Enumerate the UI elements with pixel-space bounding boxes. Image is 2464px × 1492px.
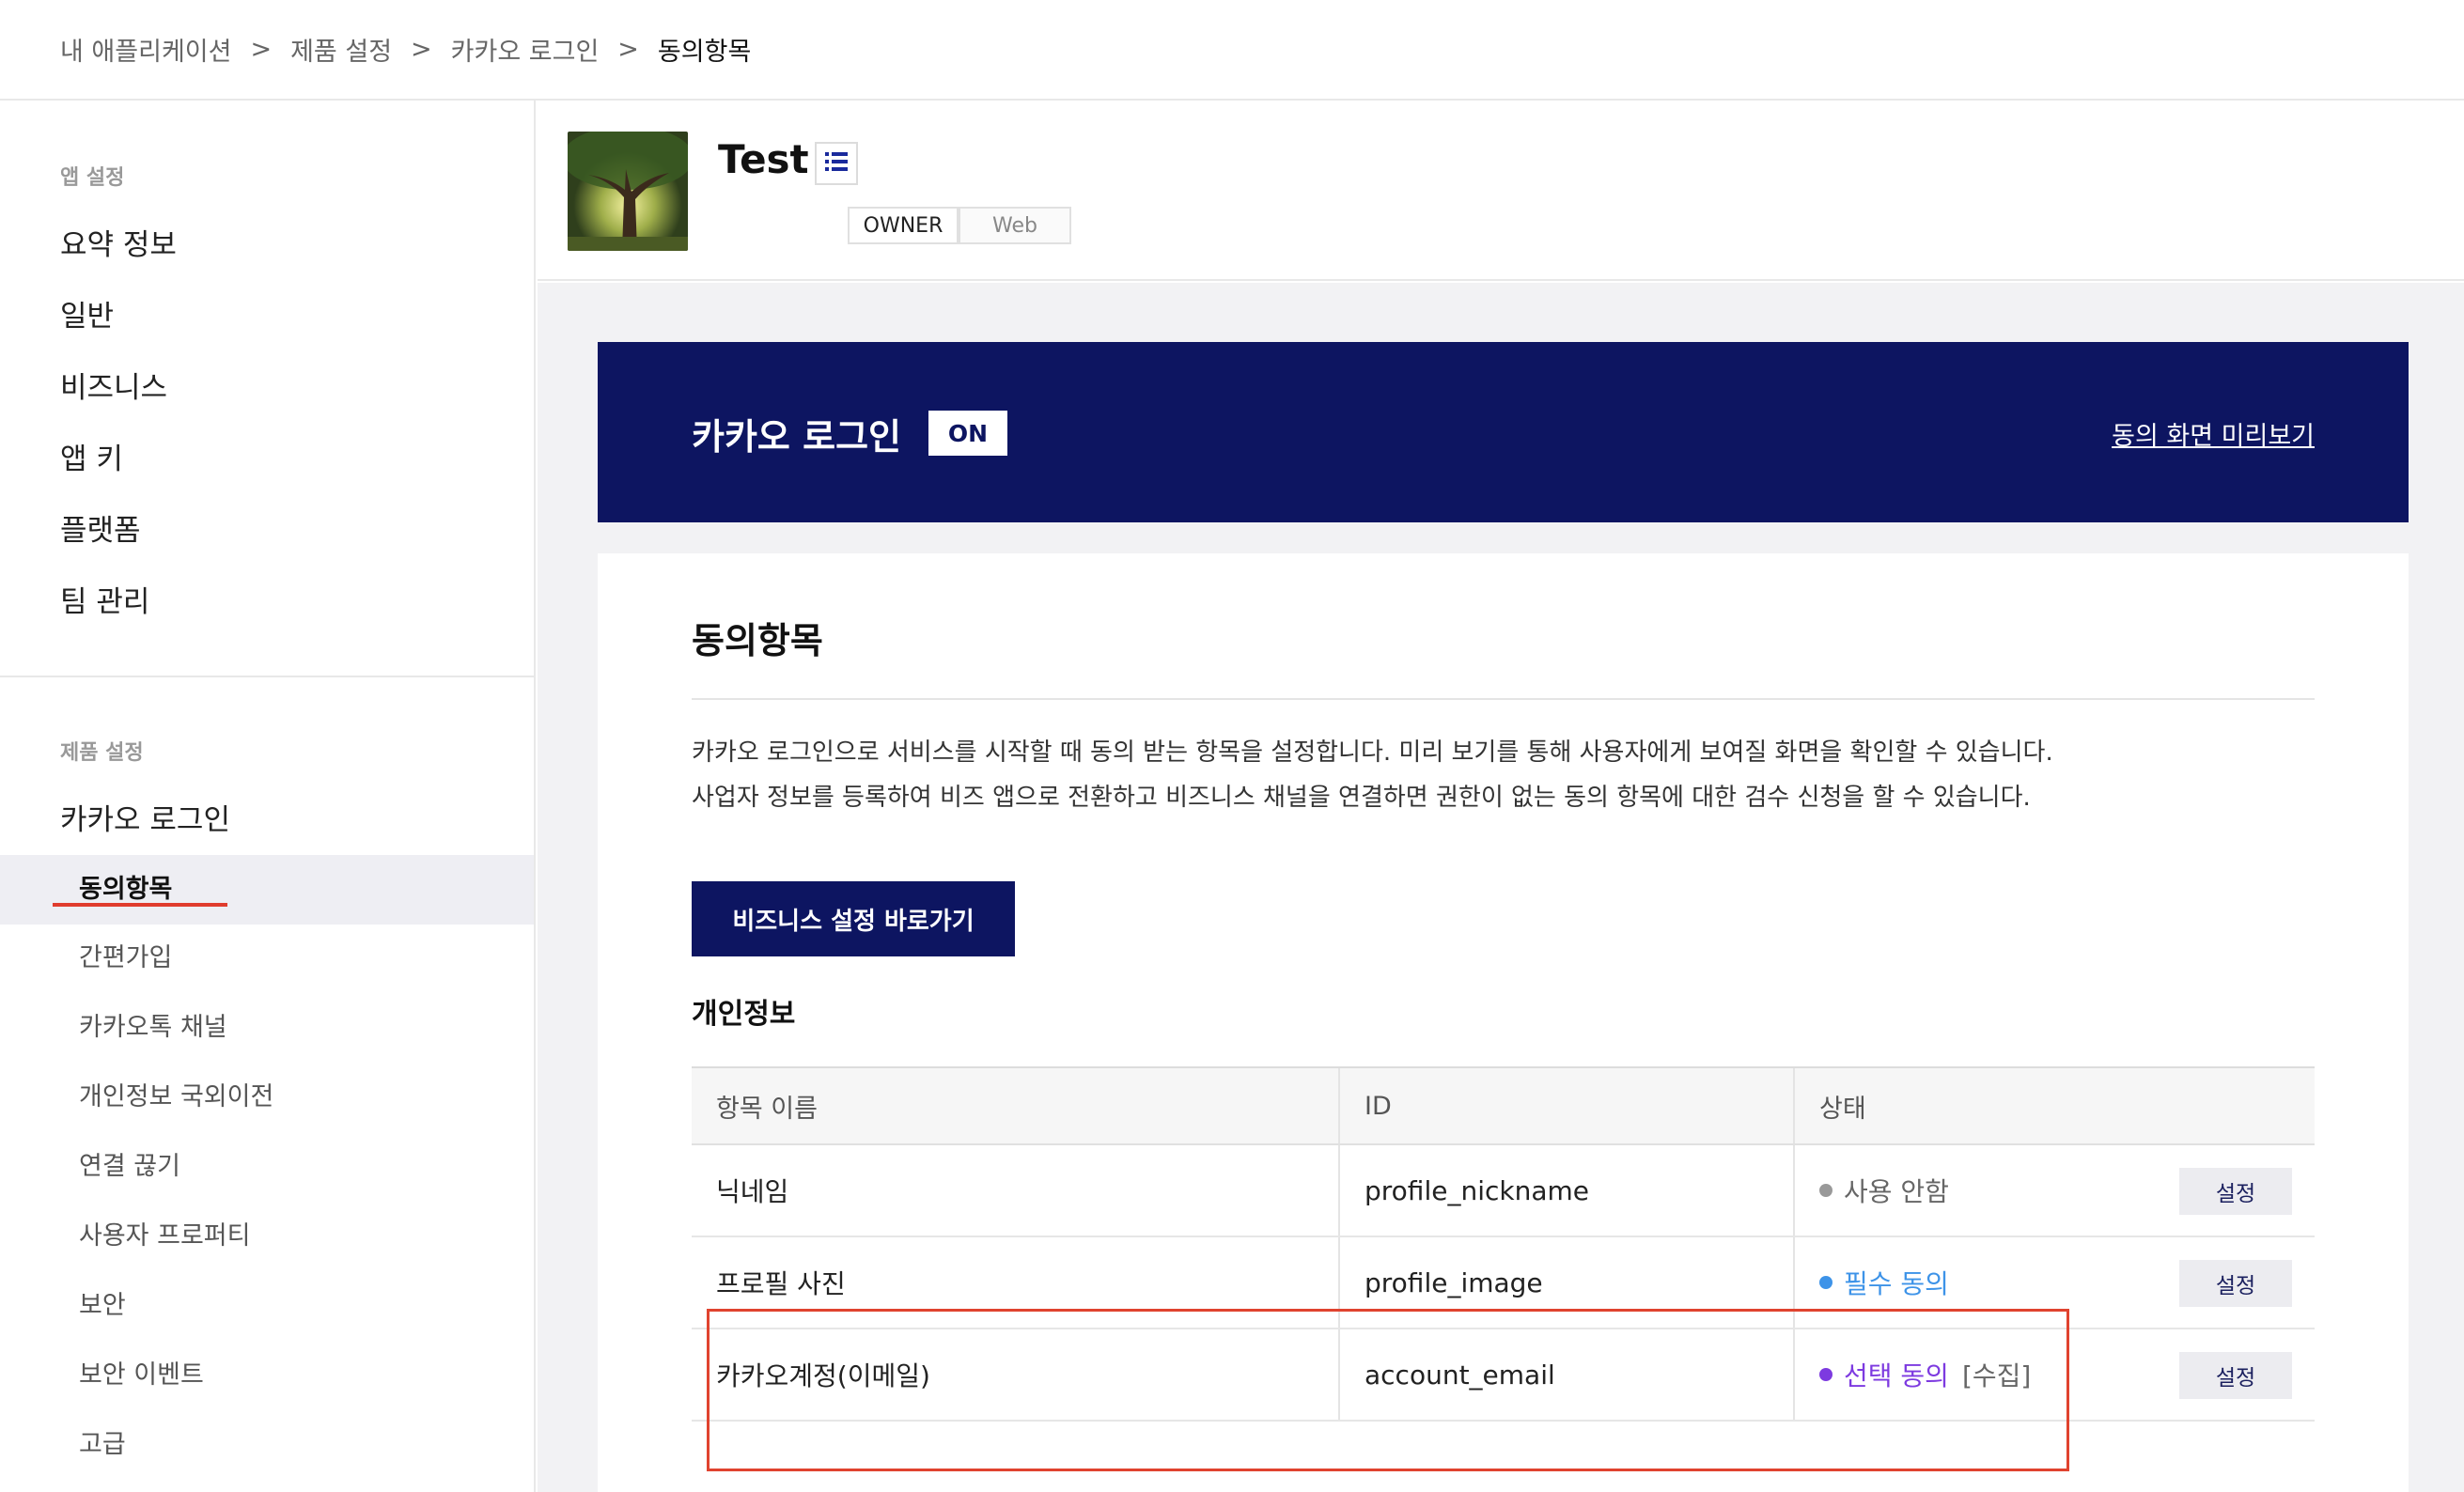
column-header-status: 상태 xyxy=(1819,1094,1866,1124)
title-divider xyxy=(692,698,2315,700)
description-line-1: 카카오 로그인으로 서비스를 시작할 때 동의 받는 항목을 설정합니다. 미리… xyxy=(692,738,2053,767)
breadcrumb-current: 동의항목 xyxy=(657,38,752,67)
item-status-cell: 사용 안함 설정 xyxy=(1795,1145,2315,1236)
app-icon xyxy=(568,132,688,251)
owner-tag: OWNER xyxy=(848,207,959,244)
breadcrumb-separator: > xyxy=(617,35,639,64)
status-dot-icon xyxy=(1819,1276,1832,1289)
sidebar-item-app-key[interactable]: 앱 키 xyxy=(60,435,123,477)
app-list-button[interactable] xyxy=(815,142,858,185)
table-row: 닉네임 profile_nickname 사용 안함 설정 xyxy=(692,1145,2315,1237)
sidebar-divider xyxy=(0,676,534,677)
item-name: 닉네임 xyxy=(692,1145,1340,1236)
sidebar-item-kakao-login[interactable]: 카카오 로그인 xyxy=(60,796,230,838)
breadcrumb-product-settings[interactable]: 제품 설정 xyxy=(290,31,392,68)
sidebar-item-summary[interactable]: 요약 정보 xyxy=(60,221,177,263)
table-header: 항목 이름 ID 상태 xyxy=(692,1068,2315,1145)
sidebar-section-app-settings: 앱 설정 xyxy=(60,166,125,190)
column-header-id: ID xyxy=(1340,1068,1795,1143)
breadcrumb-separator: > xyxy=(411,35,432,64)
settings-button[interactable]: 설정 xyxy=(2179,1260,2292,1307)
item-status: 사용 안함 xyxy=(1844,1176,1949,1207)
status-badge: ON xyxy=(928,411,1007,456)
column-header-name: 항목 이름 xyxy=(692,1068,1340,1143)
section-title-personal-info: 개인정보 xyxy=(692,998,796,1031)
sidebar-item-consent-label: 동의항목 xyxy=(79,875,173,904)
status-dot-icon xyxy=(1819,1184,1832,1197)
kakao-login-banner: 카카오 로그인 ON 동의 화면 미리보기 xyxy=(598,342,2409,522)
breadcrumb-my-apps[interactable]: 내 애플리케이션 xyxy=(60,31,231,68)
active-underline xyxy=(53,903,227,907)
sidebar: 앱 설정 요약 정보 일반 비즈니스 앱 키 플랫폼 팀 관리 제품 설정 카카… xyxy=(0,101,536,1492)
settings-button[interactable]: 설정 xyxy=(2179,1352,2292,1399)
sidebar-section-product-settings: 제품 설정 xyxy=(60,741,144,765)
description-line-2: 사업자 정보를 등록하여 비즈 앱으로 전환하고 비즈니스 채널을 연결하면 권… xyxy=(692,784,2031,812)
highlight-annotation-box xyxy=(707,1309,2069,1471)
page-title: 동의항목 xyxy=(692,620,823,661)
item-id: profile_nickname xyxy=(1340,1145,1795,1236)
app-name: Test xyxy=(718,136,809,182)
sidebar-item-security-events[interactable]: 보안 이벤트 xyxy=(79,1354,204,1391)
sidebar-item-platform[interactable]: 플랫폼 xyxy=(60,506,141,549)
sidebar-item-security[interactable]: 보안 xyxy=(79,1284,126,1321)
sidebar-item-general[interactable]: 일반 xyxy=(60,292,114,334)
breadcrumb-separator: > xyxy=(250,35,273,64)
settings-button[interactable]: 설정 xyxy=(2179,1168,2292,1215)
sidebar-item-business[interactable]: 비즈니스 xyxy=(60,364,167,406)
sidebar-item-team[interactable]: 팀 관리 xyxy=(60,578,149,620)
business-settings-button[interactable]: 비즈니스 설정 바로가기 xyxy=(692,881,1015,956)
app-header: Test OWNER Web xyxy=(538,101,2464,281)
item-status: 필수 동의 xyxy=(1844,1268,1949,1299)
sidebar-item-overseas-transfer[interactable]: 개인정보 국외이전 xyxy=(79,1076,273,1112)
breadcrumb-kakao-login[interactable]: 카카오 로그인 xyxy=(451,31,600,68)
sidebar-item-simple-signup[interactable]: 간편가입 xyxy=(79,937,172,973)
sidebar-item-advanced[interactable]: 고급 xyxy=(79,1423,126,1460)
breadcrumb: 내 애플리케이션 > 제품 설정 > 카카오 로그인 > 동의항목 xyxy=(0,0,2464,101)
consent-preview-link[interactable]: 동의 화면 미리보기 xyxy=(2112,415,2315,452)
sidebar-item-unlink[interactable]: 연결 끊기 xyxy=(79,1145,180,1182)
platform-tag: Web xyxy=(959,207,1071,244)
banner-title: 카카오 로그인 xyxy=(692,416,901,458)
sidebar-item-kakaotalk-channel[interactable]: 카카오톡 채널 xyxy=(79,1006,227,1043)
sidebar-item-user-properties[interactable]: 사용자 프로퍼티 xyxy=(79,1215,250,1251)
list-icon xyxy=(825,151,848,176)
